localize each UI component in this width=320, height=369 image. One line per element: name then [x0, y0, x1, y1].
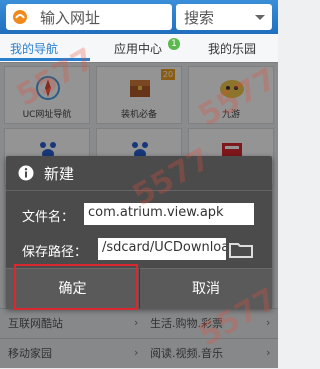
filename-label: 文件名：: [22, 210, 75, 225]
tab-app-center[interactable]: 应用中心: [114, 40, 162, 57]
top-bar: 输入网址 搜索: [0, 0, 278, 34]
dialog-title: 新建: [44, 165, 75, 183]
tab-my-navigation[interactable]: 我的导航: [10, 40, 58, 57]
tab-bar: 我的导航 应用中心 1 我的乐园: [0, 34, 278, 63]
search-label: 搜索: [184, 9, 215, 27]
tab-badge: 1: [168, 38, 180, 50]
save-path-label: 保存路径：: [22, 245, 88, 260]
chevron-down-icon[interactable]: [255, 15, 265, 20]
info-icon: [18, 165, 34, 181]
uc-logo-icon: [13, 10, 27, 24]
save-path-field[interactable]: /sdcard/UCDownloads: [98, 238, 226, 260]
url-input[interactable]: 输入网址: [6, 4, 172, 30]
url-placeholder: 输入网址: [40, 9, 101, 27]
search-input[interactable]: 搜索: [176, 4, 272, 30]
folder-icon[interactable]: [228, 238, 254, 260]
filename-field[interactable]: com.atrium.view.apk: [84, 203, 254, 225]
tab-my-paradise[interactable]: 我的乐园: [208, 40, 256, 57]
highlight-box: [14, 264, 138, 310]
